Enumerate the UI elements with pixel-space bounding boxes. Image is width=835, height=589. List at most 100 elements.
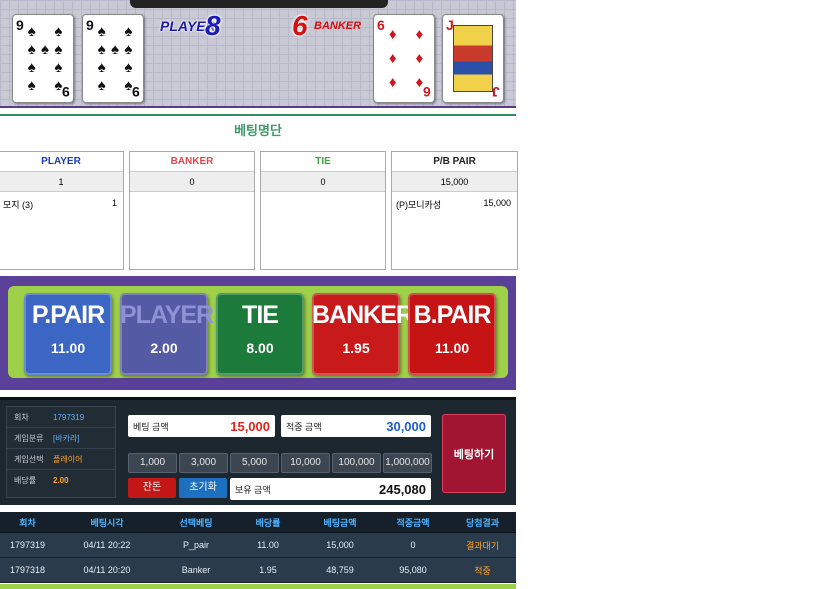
player-score: 8 <box>205 10 221 41</box>
suit-icon: ♠ <box>54 41 63 59</box>
p-pair-bet-button[interactable]: P.PAIR 11.00 <box>24 293 112 375</box>
suit-icon: ♠ <box>27 58 36 76</box>
suit-icon: ♠ <box>54 58 63 76</box>
bet-amount-value: 15,000 <box>230 418 270 434</box>
table-cell: 11.00 <box>257 540 279 550</box>
table-cell: 04/11 20:20 <box>83 565 131 575</box>
win-amount-label: 적중 금액 <box>286 421 322 432</box>
bettor-name: 모지 (3) <box>3 200 34 210</box>
bet-option-name: BANKER <box>312 301 414 329</box>
column-header: 당첨결과 <box>465 517 500 528</box>
bet-column-total: 0 <box>261 172 385 192</box>
bettor-amount: 15,000 <box>483 198 511 208</box>
bet-column-banker: BANKER 0 <box>129 151 255 270</box>
chip-1000-button[interactable]: 1,000 <box>128 453 177 473</box>
bet-option-name: P.PAIR <box>31 301 105 329</box>
betting-board: P.PAIR 11.00 PLAYER 2.00 TIE 8.00 BANKER… <box>0 276 516 390</box>
bet-column-total: 1 <box>0 172 123 192</box>
bet-amount-label: 베팅 금액 <box>133 421 169 432</box>
table-row: 1797318 04/11 20:20 Banker 1.95 48,759 9… <box>0 558 516 583</box>
card-rank: 9 <box>86 17 94 33</box>
bet-column-player: PLAYER 1 모지 (3) 1 <box>0 151 124 270</box>
info-label: 게임분류 <box>14 433 44 443</box>
table-header-row: 회차 베팅시각 선택베팅 배당률 베팅금액 적중금액 당첨결과 <box>0 512 516 533</box>
bet-option-odds: 1.95 <box>342 340 370 356</box>
win-amount-value: 30,000 <box>386 418 426 434</box>
bet-column-header: PLAYER <box>0 152 123 172</box>
card-rank: 6 <box>423 84 431 100</box>
win-amount-field: 적중 금액 30,000 <box>281 415 431 437</box>
banker-label: BANKER <box>314 20 362 32</box>
suit-icon: ♠ <box>111 41 119 59</box>
suit-icon: ♠ <box>97 58 106 76</box>
bet-column-tie: TIE 0 <box>260 151 386 270</box>
card-rank: 9 <box>16 17 24 33</box>
banker-score: 6 <box>292 10 308 41</box>
chip-3000-button[interactable]: 3,000 <box>179 453 228 473</box>
bet-column-total: 15,000 <box>392 172 517 192</box>
info-label: 배당률 <box>14 476 37 485</box>
chip-10000-button[interactable]: 10,000 <box>281 453 330 473</box>
bet-option-name: TIE <box>242 301 279 329</box>
player-bet-button[interactable]: PLAYER 2.00 <box>120 293 214 375</box>
suit-icon: ♠ <box>27 76 36 94</box>
result-cell: 결과대기 <box>465 540 500 551</box>
suit-icon: ♠ <box>97 41 106 59</box>
suit-icon: ♦ <box>388 73 397 91</box>
suit-icon: ♠ <box>124 23 133 41</box>
info-row-odds: 배당률 2.00 <box>7 470 115 491</box>
bet-option-odds: 8.00 <box>246 340 274 356</box>
info-row-type: 게임분류 [바카라] <box>7 428 115 449</box>
card-result-area: 9 ♠ ♠ ♠ ♠ ♠ ♠ ♠ ♠ ♠ 9 9 ♠ ♠ ♠ ♠ ♠ ♠ ♠ ♠ ♠ 9 PLAYER… <box>0 0 516 108</box>
chip-1000000-button[interactable]: 1,000,000 <box>383 453 432 473</box>
info-value: 1797319 <box>53 412 85 422</box>
card-rank: 9 <box>62 84 70 100</box>
card-rank: 9 <box>132 84 140 100</box>
chip-100000-button[interactable]: 100,000 <box>332 453 381 473</box>
place-bet-button[interactable]: 베팅하기 <box>442 414 506 493</box>
jack-face-icon <box>453 25 493 92</box>
bet-column-pair: P/B PAIR 15,000 (P)모니카성 15,000 <box>391 151 518 270</box>
bettor-amount: 1 <box>111 198 117 208</box>
baccarat-page: 9 ♠ ♠ ♠ ♠ ♠ ♠ ♠ ♠ ♠ 9 9 ♠ ♠ ♠ ♠ ♠ ♠ ♠ ♠ ♠ 9 PLAYER… <box>0 0 835 589</box>
info-value: 플레이어 <box>53 454 83 464</box>
list-item: (P)모니카성 15,000 <box>392 192 517 211</box>
suit-icon: ♦ <box>388 26 397 44</box>
suit-icon: ♠ <box>27 23 36 41</box>
bettor-name: (P)모니카성 <box>396 200 442 210</box>
bet-amount-field[interactable]: 베팅 금액 15,000 <box>128 415 275 437</box>
change-button[interactable]: 잔돈 <box>128 478 176 498</box>
suit-icon: ♠ <box>97 76 106 94</box>
table-row: 1797319 04/11 20:22 P_pair 11.00 15,000 … <box>0 533 516 558</box>
balance-label: 보유 금액 <box>235 484 271 495</box>
chip-5000-button[interactable]: 5,000 <box>230 453 279 473</box>
reset-button[interactable]: 초기화 <box>179 478 227 498</box>
banker-bet-button[interactable]: BANKER 1.95 <box>312 293 414 375</box>
table-cell: 95,080 <box>399 565 427 575</box>
column-header: 선택베팅 <box>179 517 213 528</box>
suit-icon: ♠ <box>41 41 49 59</box>
bet-option-odds: 11.00 <box>50 340 86 356</box>
player-card-1: 9 ♠ ♠ ♠ ♠ ♠ ♠ ♠ ♠ ♠ 9 <box>12 14 74 103</box>
bet-column-header: P/B PAIR <box>392 152 517 172</box>
suit-icon: ♦ <box>388 49 397 67</box>
bottom-strip <box>0 584 516 589</box>
info-value: 2.00 <box>53 476 69 485</box>
suit-icon: ♠ <box>54 23 63 41</box>
bet-history-table: 회차 베팅시각 선택베팅 배당률 베팅금액 적중금액 당첨결과 1797319 … <box>0 512 516 583</box>
column-header: 적중금액 <box>396 517 430 528</box>
b-pair-bet-button[interactable]: B.PAIR 11.00 <box>408 293 496 375</box>
info-row-round: 회차 1797319 <box>7 407 115 428</box>
table-cell: 48,759 <box>326 565 354 575</box>
table-cell: 1.95 <box>259 565 277 575</box>
column-header: 베팅금액 <box>323 517 357 528</box>
tie-bet-button[interactable]: TIE 8.00 <box>216 293 304 375</box>
result-cell: 적중 <box>474 565 491 576</box>
column-header: 베팅시각 <box>90 517 124 528</box>
bet-option-odds: 11.00 <box>434 340 470 356</box>
table-cell: 1797319 <box>9 540 46 550</box>
info-value: [바카라] <box>53 433 80 443</box>
list-item: 모지 (3) 1 <box>0 192 123 211</box>
bet-control-panel: 회차 1797319 게임분류 [바카라] 게임선택 플레이어 배당률 2.00… <box>0 397 516 505</box>
table-cell: 1797318 <box>9 565 46 575</box>
